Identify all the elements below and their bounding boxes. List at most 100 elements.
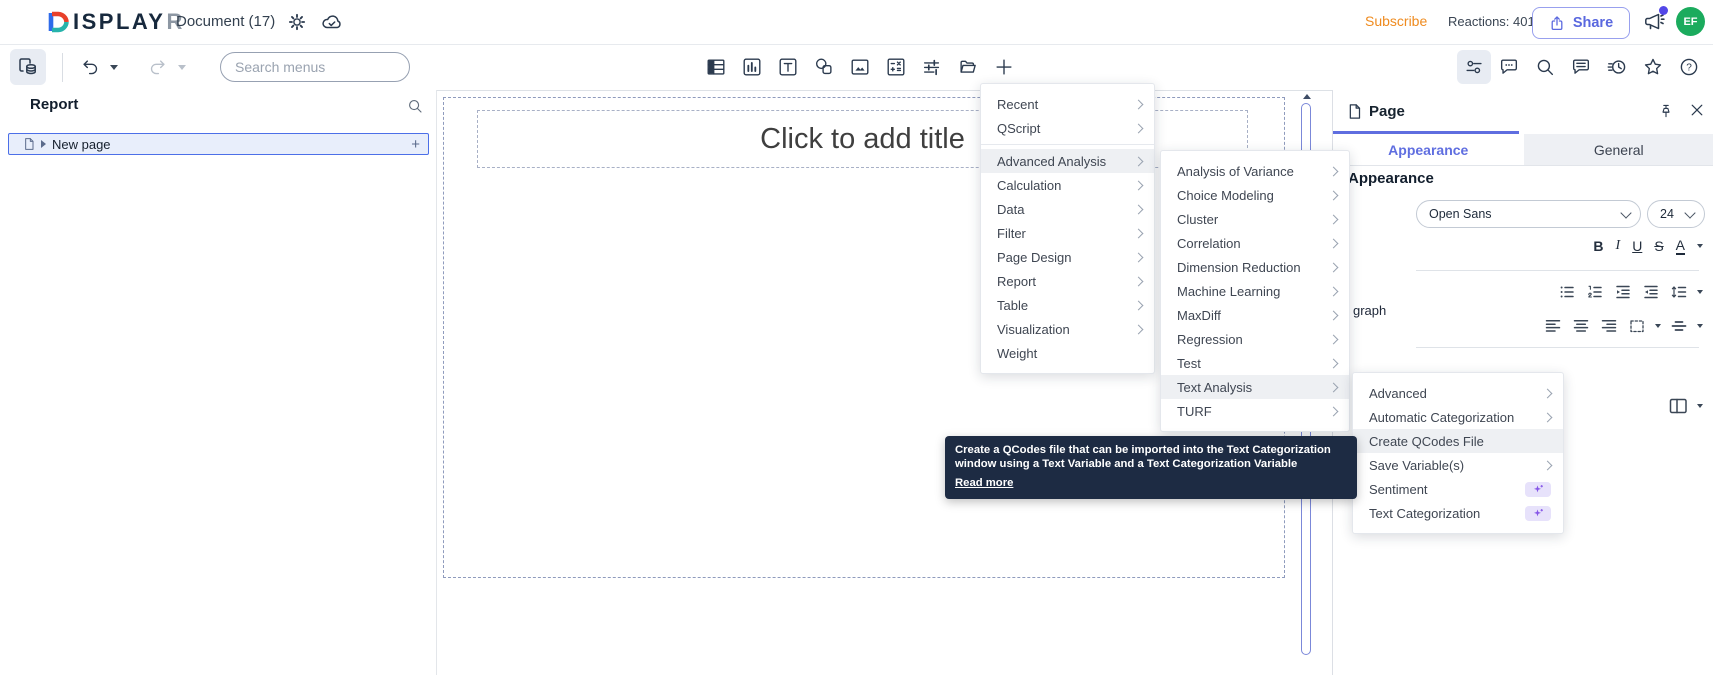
sidebar-item-new-page[interactable]: New page + bbox=[8, 133, 429, 155]
align-center-icon[interactable] bbox=[1571, 316, 1591, 336]
menu-item-test[interactable]: Test bbox=[1161, 351, 1349, 375]
sidebar-search-icon[interactable] bbox=[406, 97, 424, 115]
ai-badge[interactable] bbox=[1525, 505, 1551, 521]
menu-item-data[interactable]: Data bbox=[981, 197, 1154, 221]
menu-item-advanced[interactable]: Advanced bbox=[1353, 381, 1563, 405]
insert-image-button[interactable] bbox=[844, 51, 876, 83]
favorites-button[interactable] bbox=[1637, 51, 1669, 83]
insert-table-button[interactable] bbox=[700, 51, 732, 83]
menu-item-analysis-of-variance[interactable]: Analysis of Variance bbox=[1161, 159, 1349, 183]
submenu-chevron-icon bbox=[1328, 406, 1339, 416]
columns-options-caret[interactable] bbox=[1697, 404, 1703, 408]
align-right-icon[interactable] bbox=[1599, 316, 1619, 336]
search-menus-input[interactable] bbox=[220, 52, 410, 82]
page-outline[interactable] bbox=[443, 97, 1285, 578]
document-title[interactable]: Document (17) bbox=[176, 13, 275, 30]
object-inspector-button[interactable] bbox=[1457, 50, 1491, 84]
menu-item-automatic-categorization[interactable]: Automatic Categorization bbox=[1353, 405, 1563, 429]
outdent-icon[interactable] bbox=[1613, 282, 1633, 302]
pages-panel-button[interactable] bbox=[10, 49, 46, 85]
menu-item-maxdiff[interactable]: MaxDiff bbox=[1161, 303, 1349, 327]
insert-control-button[interactable] bbox=[916, 51, 948, 83]
add-page-button[interactable]: + bbox=[411, 136, 420, 153]
underline-button[interactable]: U bbox=[1632, 238, 1642, 254]
italic-button[interactable]: I bbox=[1616, 238, 1621, 254]
menu-item-advanced-analysis[interactable]: Advanced Analysis bbox=[981, 149, 1154, 173]
menu-item-regression[interactable]: Regression bbox=[1161, 327, 1349, 351]
history-button[interactable] bbox=[1601, 51, 1633, 83]
line-spacing-icon[interactable] bbox=[1669, 282, 1689, 302]
menu-item-turf[interactable]: TURF bbox=[1161, 399, 1349, 423]
undo-dropdown-caret[interactable] bbox=[110, 65, 118, 70]
align-left-icon[interactable] bbox=[1543, 316, 1563, 336]
menu-item-text-categorization[interactable]: Text Categorization bbox=[1353, 501, 1563, 525]
insert-more-button[interactable] bbox=[988, 51, 1020, 83]
font-color-button[interactable]: A bbox=[1675, 238, 1685, 255]
notification-dot bbox=[1659, 6, 1668, 15]
menu-item-save-variables[interactable]: Save Variable(s) bbox=[1353, 453, 1563, 477]
selection-options-caret[interactable] bbox=[1655, 324, 1661, 328]
subscribe-link[interactable]: Subscribe bbox=[1365, 13, 1427, 29]
font-family-select[interactable]: Open Sans bbox=[1416, 200, 1641, 228]
ai-badge[interactable] bbox=[1525, 481, 1551, 497]
insert-shape-button[interactable] bbox=[808, 51, 840, 83]
selection-box-icon[interactable] bbox=[1627, 316, 1647, 336]
insert-text-button[interactable] bbox=[772, 51, 804, 83]
indent-icon[interactable] bbox=[1641, 282, 1661, 302]
displayr-logo[interactable]: ISPLAY R bbox=[46, 9, 185, 35]
strikethrough-button[interactable]: S bbox=[1654, 238, 1663, 254]
menu-item-machine-learning[interactable]: Machine Learning bbox=[1161, 279, 1349, 303]
list-options-caret[interactable] bbox=[1697, 290, 1703, 294]
menu-item-table[interactable]: Table bbox=[981, 293, 1154, 317]
undo-button[interactable] bbox=[78, 55, 104, 81]
tab-general[interactable]: General bbox=[1523, 134, 1713, 165]
bullet-list-icon[interactable] bbox=[1557, 282, 1577, 302]
submenu-chevron-icon bbox=[1133, 252, 1144, 262]
menu-item-weight[interactable]: Weight bbox=[981, 341, 1154, 365]
tooltip-text: Create a QCodes file that can be importe… bbox=[955, 444, 1331, 470]
menu-item-qscript[interactable]: QScript bbox=[981, 116, 1154, 140]
notes-button[interactable] bbox=[1565, 51, 1597, 83]
insert-folder-button[interactable] bbox=[952, 51, 984, 83]
insert-chart-button[interactable] bbox=[736, 51, 768, 83]
vertical-center-icon[interactable] bbox=[1669, 316, 1689, 336]
vertical-align-caret[interactable] bbox=[1697, 324, 1703, 328]
scroll-up-arrow[interactable] bbox=[1303, 94, 1311, 99]
menu-item-correlation[interactable]: Correlation bbox=[1161, 231, 1349, 255]
font-color-caret[interactable] bbox=[1697, 244, 1703, 249]
bold-button[interactable]: B bbox=[1593, 238, 1603, 254]
numbered-list-icon[interactable] bbox=[1585, 282, 1605, 302]
gear-icon[interactable] bbox=[286, 11, 308, 33]
tab-appearance[interactable]: Appearance bbox=[1333, 134, 1524, 165]
megaphone-icon[interactable] bbox=[1642, 6, 1668, 34]
avatar[interactable]: EF bbox=[1676, 7, 1705, 36]
report-sidebar: Report New page + bbox=[0, 90, 437, 675]
insert-calculation-button[interactable] bbox=[880, 51, 912, 83]
menu-item-page-design[interactable]: Page Design bbox=[981, 245, 1154, 269]
redo-dropdown-caret[interactable] bbox=[178, 65, 186, 70]
menu-item-visualization[interactable]: Visualization bbox=[981, 317, 1154, 341]
cloud-sync-icon[interactable] bbox=[320, 12, 344, 32]
search-button[interactable] bbox=[1529, 51, 1561, 83]
submenu-chevron-icon bbox=[1133, 204, 1144, 214]
menu-item-choice-modeling[interactable]: Choice Modeling bbox=[1161, 183, 1349, 207]
menu-item-dimension-reduction[interactable]: Dimension Reduction bbox=[1161, 255, 1349, 279]
menu-item-report[interactable]: Report bbox=[981, 269, 1154, 293]
menu-item-cluster[interactable]: Cluster bbox=[1161, 207, 1349, 231]
read-more-link[interactable]: Read more bbox=[955, 477, 1013, 489]
menu-item-recent[interactable]: Recent bbox=[981, 92, 1154, 116]
menu-item-filter[interactable]: Filter bbox=[981, 221, 1154, 245]
menu-item-sentiment[interactable]: Sentiment bbox=[1353, 477, 1563, 501]
close-icon[interactable] bbox=[1689, 102, 1705, 118]
expand-caret-icon[interactable] bbox=[41, 140, 46, 148]
menu-item-text-analysis[interactable]: Text Analysis bbox=[1161, 375, 1349, 399]
menu-item-calculation[interactable]: Calculation bbox=[981, 173, 1154, 197]
columns-icon[interactable] bbox=[1667, 396, 1689, 416]
share-button[interactable]: Share bbox=[1532, 7, 1630, 39]
help-button[interactable]: ? bbox=[1673, 51, 1705, 83]
pin-icon[interactable] bbox=[1657, 102, 1675, 120]
redo-button[interactable] bbox=[144, 55, 170, 81]
menu-item-create-qcodes-file[interactable]: Create QCodes File bbox=[1353, 429, 1563, 453]
font-size-select[interactable]: 24 bbox=[1647, 200, 1705, 228]
comments-button[interactable] bbox=[1493, 51, 1525, 83]
